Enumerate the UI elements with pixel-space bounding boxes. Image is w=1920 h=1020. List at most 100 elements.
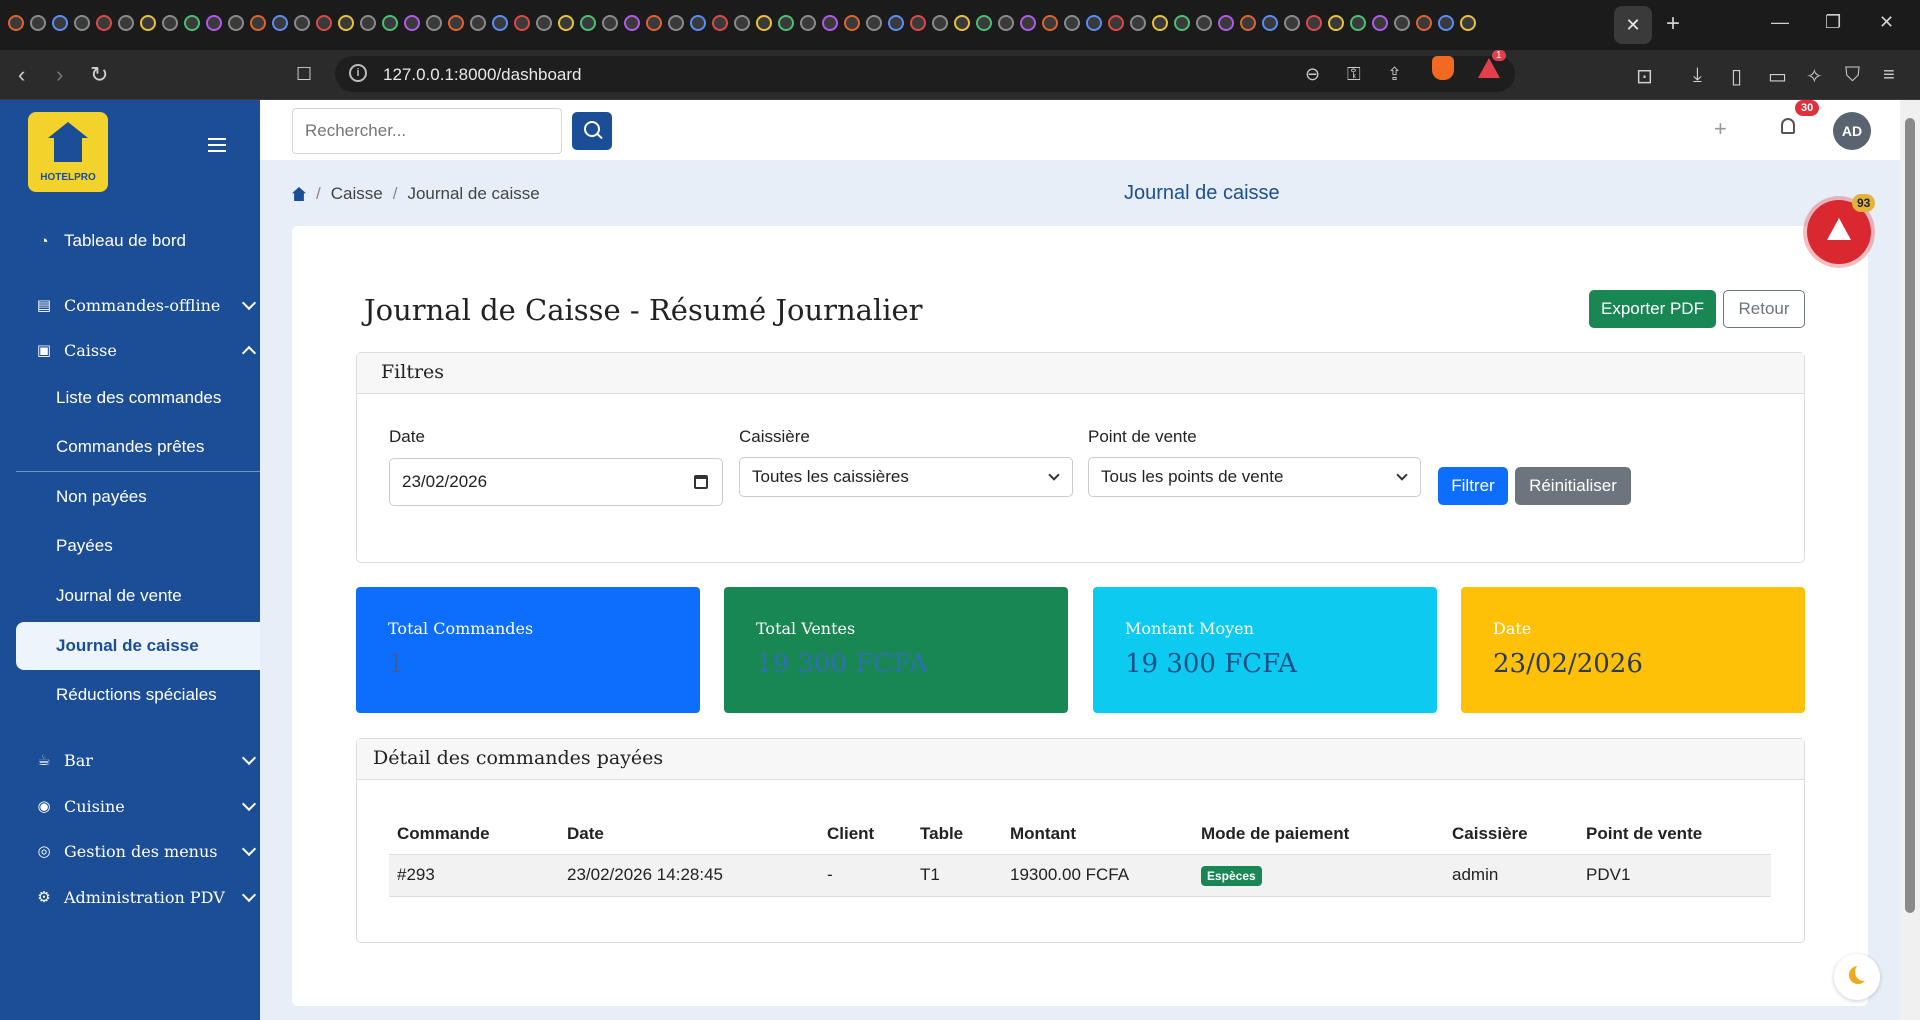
tab-icon[interactable]: [448, 15, 464, 31]
tab-icon[interactable]: [822, 15, 838, 31]
tab-icon[interactable]: [1438, 15, 1454, 31]
tab-icon[interactable]: [800, 15, 816, 31]
tab-icon[interactable]: [272, 15, 288, 31]
tab-icon[interactable]: [668, 15, 684, 31]
tab-icon[interactable]: [492, 15, 508, 31]
close-tab-icon[interactable]: ✕: [1614, 6, 1652, 44]
forward-icon[interactable]: ›: [56, 62, 63, 88]
tab-icon[interactable]: [294, 15, 310, 31]
tab-icon[interactable]: [360, 15, 376, 31]
minimize-icon[interactable]: —: [1771, 12, 1789, 33]
menu-icon[interactable]: ≡: [1883, 64, 1895, 87]
tab-icon[interactable]: [778, 15, 794, 31]
sidebar-sub-commandes-pretes[interactable]: Commandes prêtes: [16, 423, 260, 471]
new-tab-icon[interactable]: +: [1666, 10, 1680, 38]
download-icon[interactable]: ⤓: [1693, 64, 1702, 87]
dark-mode-toggle[interactable]: [1834, 954, 1880, 1000]
search-input[interactable]: [292, 108, 562, 154]
hotelpro-logo[interactable]: HOTELPRO: [28, 112, 108, 192]
tab-icon[interactable]: [96, 15, 112, 31]
cashier-select[interactable]: Toutes les caissières: [739, 457, 1073, 497]
tab-icon[interactable]: [1064, 15, 1080, 31]
sidebar-item-gestion-menus[interactable]: ◎ Gestion des menus: [16, 830, 260, 872]
tab-icon[interactable]: [382, 15, 398, 31]
tab-icon[interactable]: [118, 15, 134, 31]
tab-icon[interactable]: [1416, 15, 1432, 31]
tab-icon[interactable]: [1394, 15, 1410, 31]
tab-icon[interactable]: [1372, 15, 1388, 31]
date-input[interactable]: 23/02/2026: [389, 458, 723, 506]
calendar-icon[interactable]: [694, 475, 708, 489]
tab-icon[interactable]: [228, 15, 244, 31]
sidebar-sub-liste-commandes[interactable]: Liste des commandes: [16, 374, 260, 422]
sidebar-sub-payees[interactable]: Payées: [16, 522, 260, 570]
brave-rewards-icon[interactable]: [1478, 58, 1500, 78]
tab-icon[interactable]: [756, 15, 772, 31]
tab-icon[interactable]: [1042, 15, 1058, 31]
tab-icon[interactable]: [580, 15, 596, 31]
share-icon[interactable]: ⇪: [1387, 64, 1402, 85]
tab-icon[interactable]: [866, 15, 882, 31]
add-icon[interactable]: +: [1714, 116, 1727, 142]
tab-icon[interactable]: [910, 15, 926, 31]
pos-select[interactable]: Tous les points de vente: [1088, 457, 1421, 497]
tab-icon[interactable]: [1306, 15, 1322, 31]
tab-icon[interactable]: [206, 15, 222, 31]
zoom-icon[interactable]: ⊖: [1305, 64, 1320, 85]
tab-icon[interactable]: [1152, 15, 1168, 31]
tab-icon[interactable]: [426, 15, 442, 31]
sidebar-item-commandes-offline[interactable]: ▤ Commandes-offline: [16, 284, 260, 326]
tab-icon[interactable]: [1460, 15, 1476, 31]
tab-icon[interactable]: [844, 15, 860, 31]
tab-icon[interactable]: [1240, 15, 1256, 31]
back-button[interactable]: Retour: [1723, 290, 1805, 328]
tab-icon[interactable]: [712, 15, 728, 31]
bookmark-icon[interactable]: ☐: [296, 64, 312, 85]
hamburger-menu-icon[interactable]: [208, 138, 226, 152]
avatar[interactable]: AD: [1833, 112, 1871, 150]
tab-icon[interactable]: [52, 15, 68, 31]
tab-icon[interactable]: [998, 15, 1014, 31]
tab-icon[interactable]: [558, 15, 574, 31]
tab-icon[interactable]: [734, 15, 750, 31]
export-pdf-button[interactable]: Exporter PDF: [1589, 290, 1716, 328]
table-row[interactable]: #293 23/02/2026 14:28:45 - T1 19300.00 F…: [389, 854, 1771, 897]
tab-icon[interactable]: [1262, 15, 1278, 31]
tab-icon[interactable]: [1350, 15, 1366, 31]
sidebar-sub-journal-caisse[interactable]: Journal de caisse: [16, 622, 260, 670]
tab-icon[interactable]: [536, 15, 552, 31]
leo-ai-icon[interactable]: ✧: [1806, 64, 1823, 89]
bell-icon[interactable]: [1781, 118, 1795, 134]
maximize-icon[interactable]: ❐: [1825, 12, 1841, 33]
tab-icon[interactable]: [1108, 15, 1124, 31]
tab-icon[interactable]: [602, 15, 618, 31]
tab-icon[interactable]: [976, 15, 992, 31]
tab-icon[interactable]: [162, 15, 178, 31]
tab-icon[interactable]: [514, 15, 530, 31]
tab-icon[interactable]: [470, 15, 486, 31]
reset-button[interactable]: Réinitialiser: [1515, 467, 1631, 505]
filter-button[interactable]: Filtrer: [1438, 467, 1508, 505]
scrollbar-thumb[interactable]: [1905, 118, 1915, 913]
tab-icon[interactable]: [690, 15, 706, 31]
tab-icon[interactable]: [1218, 15, 1234, 31]
sidebar-item-caisse[interactable]: ▣ Caisse: [16, 329, 260, 371]
sidebar-item-bar[interactable]: ☕ Bar: [16, 739, 260, 781]
key-icon[interactable]: ⚿: [1347, 64, 1361, 85]
sidebar-item-tableau-de-bord[interactable]: ◔ Tableau de bord: [16, 220, 260, 262]
url-text[interactable]: 127.0.0.1:8000/dashboard: [383, 65, 582, 85]
tab-icon[interactable]: [338, 15, 354, 31]
tab-icon[interactable]: [184, 15, 200, 31]
wallet-icon[interactable]: ▭: [1768, 64, 1787, 89]
breadcrumb-caisse[interactable]: Caisse: [331, 184, 383, 204]
site-info-icon[interactable]: i: [349, 64, 367, 82]
tab-icon[interactable]: [8, 15, 24, 31]
tab-icon[interactable]: [1174, 15, 1190, 31]
sidebar-sub-journal-vente[interactable]: Journal de vente: [16, 572, 260, 620]
tab-icon[interactable]: [932, 15, 948, 31]
tab-icon[interactable]: [954, 15, 970, 31]
sidebar-sub-non-payees[interactable]: Non payées: [16, 473, 260, 521]
sidebar-item-administration-pdv[interactable]: ⚙ Administration PDV: [16, 876, 260, 918]
tab-icon[interactable]: [316, 15, 332, 31]
url-bar[interactable]: i 127.0.0.1:8000/dashboard ⊖ ⚿ ⇪: [335, 56, 1515, 92]
